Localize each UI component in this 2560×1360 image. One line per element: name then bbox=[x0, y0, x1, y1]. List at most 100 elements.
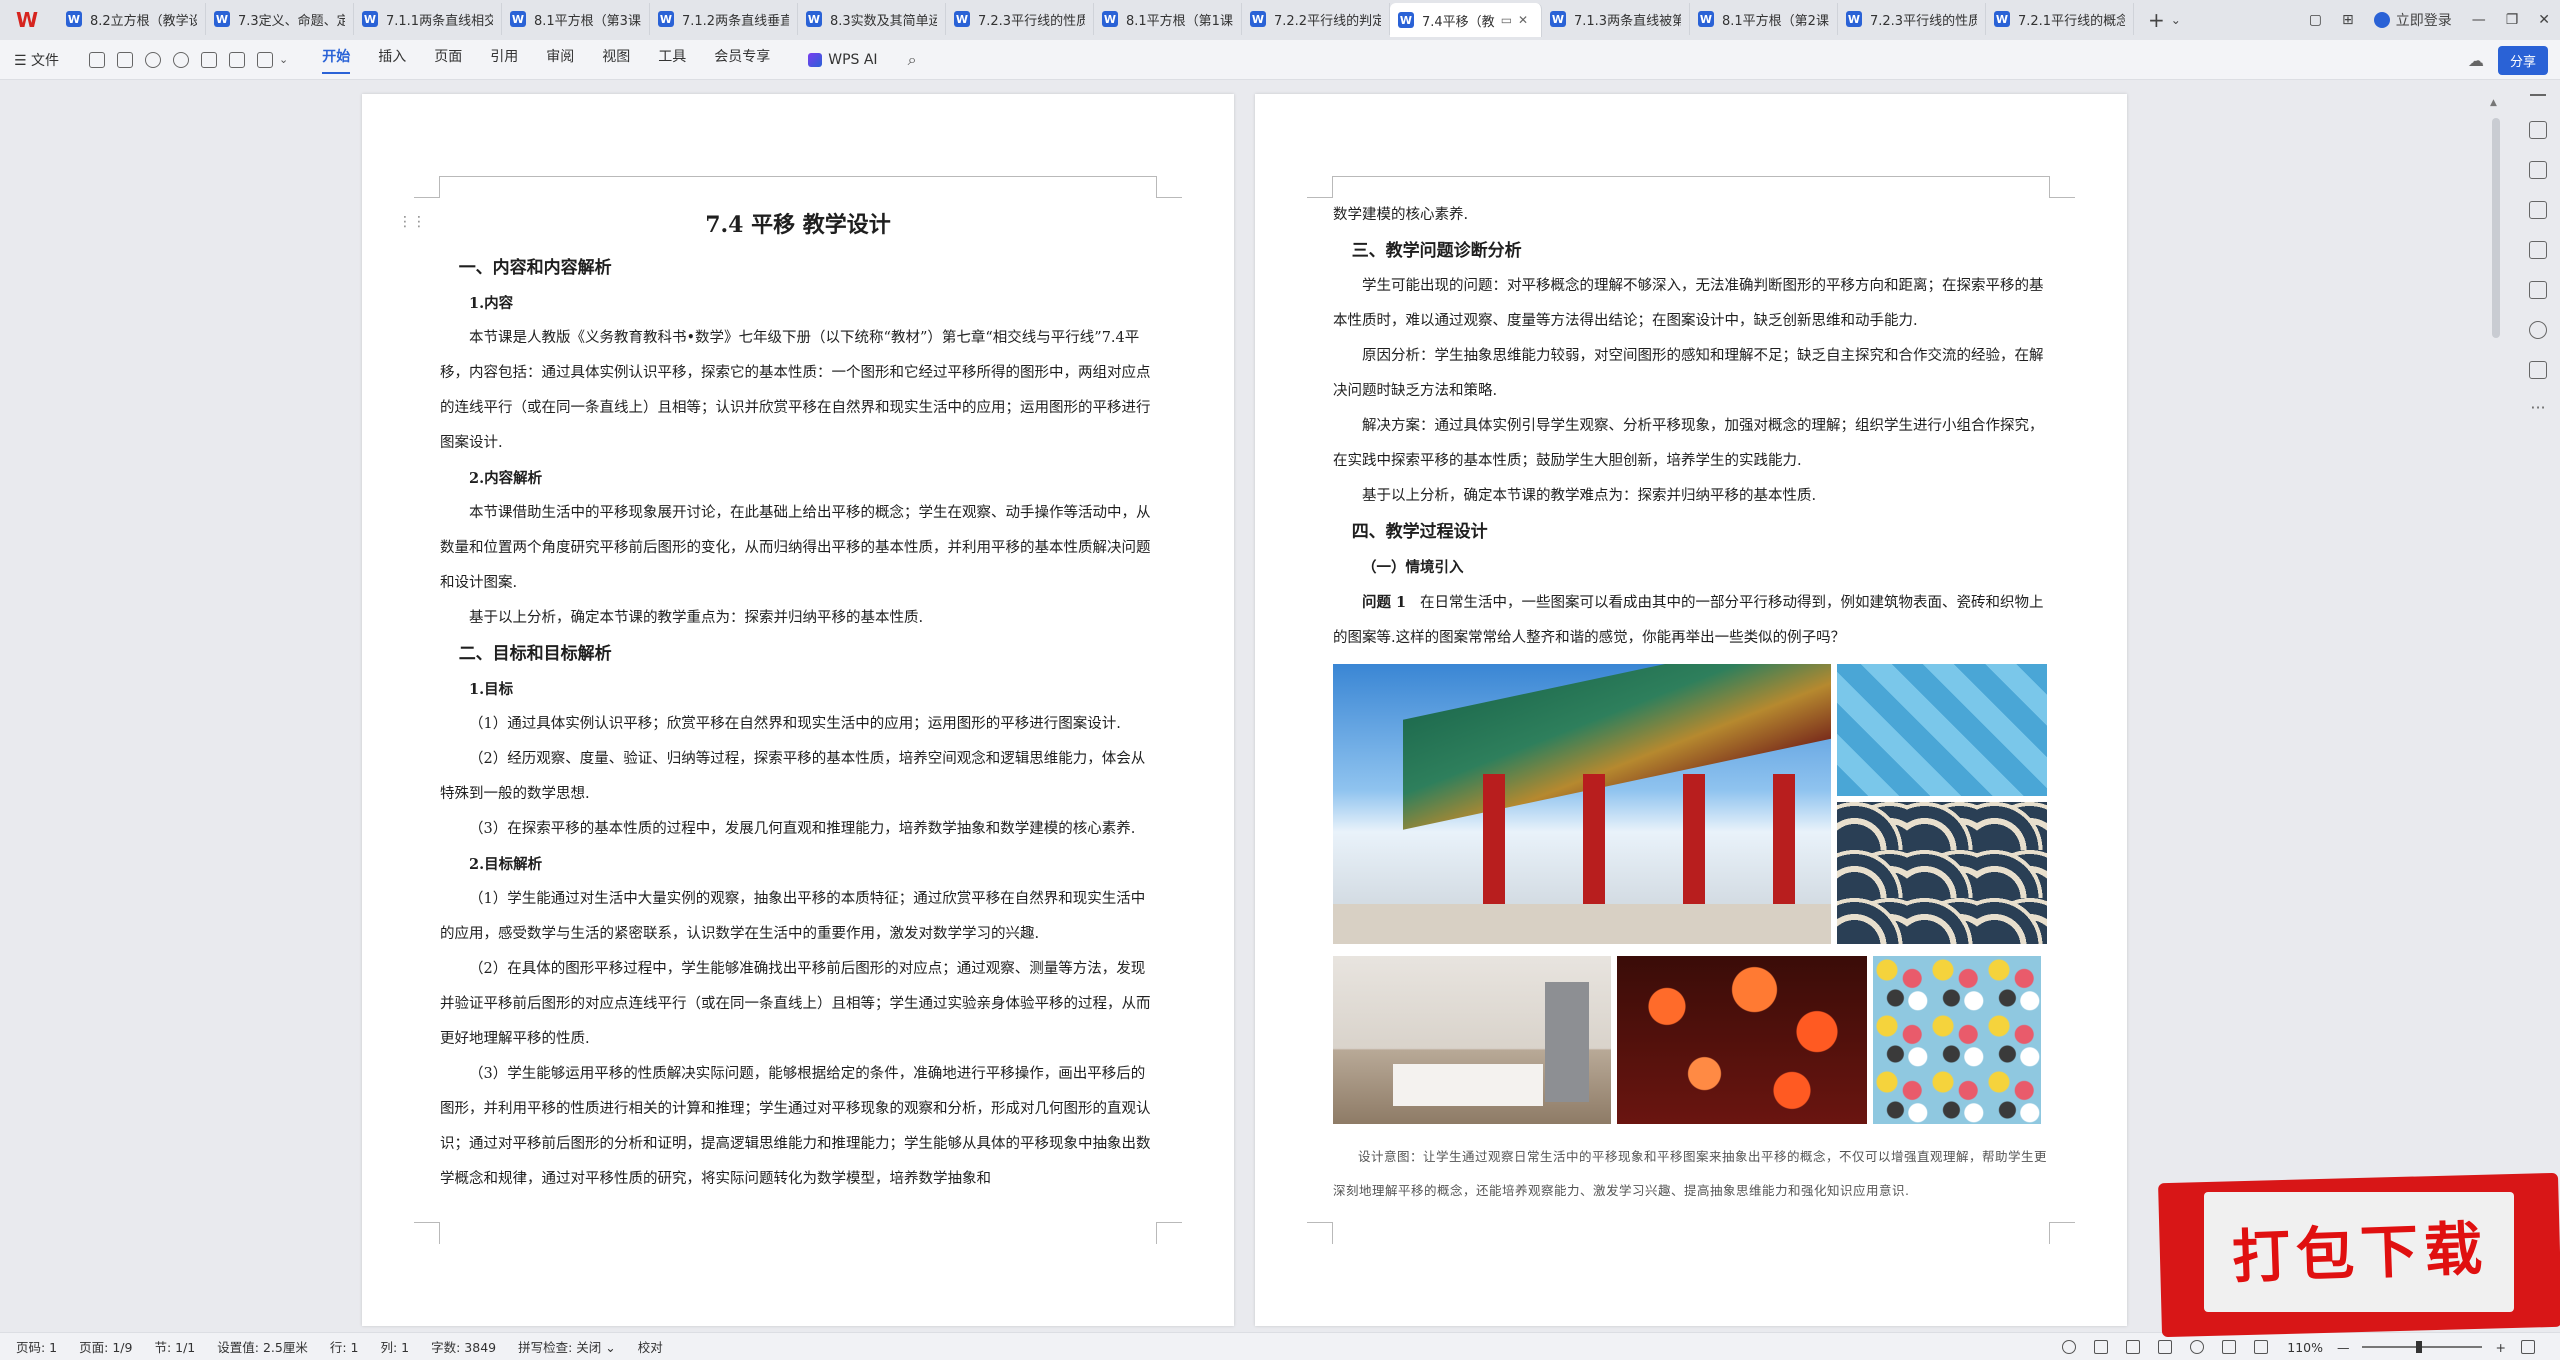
page-2-content[interactable]: 数学建模的核心素养. 三、教学问题诊断分析 学生可能出现的问题：对平移概念的理解… bbox=[1333, 198, 2049, 1208]
document-page-1[interactable]: ⋮⋮ 7.4 平移 教学设计 一、内容和内容解析 1.内容 本节课是人教版《义务… bbox=[362, 94, 1234, 1326]
zoom-in-icon[interactable]: + bbox=[2496, 1340, 2506, 1355]
eye-icon[interactable] bbox=[2062, 1340, 2077, 1354]
quick-access-chevron-icon[interactable]: ⌄ bbox=[279, 53, 288, 66]
document-tab[interactable]: W 7.4平移（教 ▭ ✕ bbox=[1390, 3, 1542, 37]
add-tab-icon[interactable]: + bbox=[2148, 8, 2165, 32]
zoom-slider-knob[interactable] bbox=[2415, 1341, 2422, 1353]
search-icon[interactable]: ⌕ bbox=[908, 50, 917, 70]
image-icon[interactable] bbox=[2529, 241, 2547, 259]
subheading: 2.内容解析 bbox=[469, 470, 543, 487]
document-tab[interactable]: W 8.1平方根（第2课时 bbox=[1690, 3, 1838, 35]
tab-label: 8.1平方根（第2课时 bbox=[1722, 13, 1829, 29]
tab-label: 7.2.3平行线的性质 bbox=[978, 13, 1085, 29]
settings-icon[interactable] bbox=[2529, 201, 2547, 219]
view-controls: 110% — + bbox=[2053, 1333, 2544, 1360]
status-spell[interactable]: 拼写检查: 关闭 ⌄ bbox=[518, 1337, 616, 1356]
temple-roof-image bbox=[1333, 664, 1831, 944]
scroll-up-icon[interactable]: ▲ bbox=[2490, 98, 2497, 108]
tools-icon[interactable] bbox=[2529, 281, 2547, 299]
document-tab[interactable]: W 7.2.1平行线的概念 bbox=[1986, 3, 2134, 35]
ribbon-tab[interactable]: 开始 bbox=[322, 46, 351, 74]
ribbon-tab[interactable]: 视图 bbox=[602, 46, 630, 74]
status-col[interactable]: 列: 1 bbox=[380, 1337, 409, 1356]
wps-ai-button[interactable]: WPS AI bbox=[808, 52, 878, 68]
play-icon[interactable] bbox=[2158, 1340, 2173, 1354]
fit-page-icon[interactable] bbox=[2254, 1340, 2269, 1354]
tab-close-icon[interactable]: ✕ bbox=[1518, 13, 1528, 27]
document-tab[interactable]: W 7.1.3两条直线被第三 bbox=[1542, 3, 1690, 35]
save-icon[interactable] bbox=[89, 51, 106, 68]
paragraph: 解决方案：通过具体实例引导学生观察、分析平移现象，加强对概念的理解；组织学生进行… bbox=[1333, 418, 2044, 469]
bookmark-icon[interactable] bbox=[2529, 361, 2547, 379]
paragraph: 原因分析：学生抽象思维能力较弱，对空间图形的感知和理解不足；缺乏自主探究和合作交… bbox=[1333, 348, 2044, 399]
edit-icon[interactable] bbox=[2529, 121, 2547, 139]
status-words[interactable]: 字数: 3849 bbox=[431, 1337, 496, 1356]
margin-mark bbox=[1156, 176, 1182, 198]
collapse-icon[interactable] bbox=[2530, 94, 2546, 96]
format-painter-icon[interactable] bbox=[117, 51, 134, 68]
document-tab[interactable]: W 8.2立方根（教学设计 bbox=[58, 3, 206, 35]
apps-icon[interactable]: ⊞ bbox=[2342, 12, 2354, 28]
document-tab[interactable]: W 8.1平方根（第3课时 bbox=[502, 3, 650, 35]
document-tab[interactable]: W 7.2.2平行线的判定 bbox=[1242, 3, 1390, 35]
cloud-sync-icon[interactable]: ☁ bbox=[2468, 51, 2484, 70]
tab-list-icon[interactable]: ▢ bbox=[2309, 12, 2322, 28]
drag-handle-icon[interactable]: ⋮⋮ bbox=[398, 214, 426, 230]
paragraph: （2）经历观察、度量、验证、归纳等过程，探索平移的基本性质，培养空间观念和逻辑思… bbox=[440, 751, 1146, 802]
ribbon-tab[interactable]: 插入 bbox=[378, 46, 406, 74]
print-preview-icon[interactable] bbox=[229, 51, 246, 68]
zoom-out-icon[interactable]: — bbox=[2337, 1340, 2350, 1355]
fullscreen-icon[interactable] bbox=[2521, 1340, 2535, 1354]
file-menu[interactable]: ☰ 文件 bbox=[14, 50, 59, 70]
more-icon[interactable]: ··· bbox=[2530, 398, 2545, 417]
paragraph: 基于以上分析，确定本节课的教学难点为：探索并归纳平移的基本性质. bbox=[1362, 488, 1817, 504]
status-setting[interactable]: 设置值: 2.5厘米 bbox=[217, 1337, 308, 1356]
wps-logo-icon[interactable]: W bbox=[10, 3, 44, 37]
ribbon-tab[interactable]: 页面 bbox=[434, 46, 462, 74]
tab-label: 7.1.2两条直线垂直 bbox=[682, 13, 789, 29]
document-tab[interactable]: W 7.2.3平行线的性质 bbox=[1838, 3, 1986, 35]
close-icon[interactable]: ✕ bbox=[2538, 12, 2550, 28]
paragraph: 基于以上分析，确定本节课的教学重点为：探索并归纳平移的基本性质. bbox=[469, 610, 924, 626]
export-icon[interactable] bbox=[257, 51, 274, 68]
redo-icon[interactable] bbox=[173, 51, 190, 68]
ribbon-tab[interactable]: 会员专享 bbox=[714, 46, 770, 74]
status-section[interactable]: 节: 1/1 bbox=[154, 1337, 195, 1356]
document-tab[interactable]: W 7.2.3平行线的性质 bbox=[946, 3, 1094, 35]
status-pages[interactable]: 页面: 1/9 bbox=[79, 1337, 132, 1356]
document-page-2[interactable]: 数学建模的核心素养. 三、教学问题诊断分析 学生可能出现的问题：对平移概念的理解… bbox=[1255, 94, 2127, 1326]
status-row[interactable]: 行: 1 bbox=[330, 1337, 359, 1356]
chevron-down-icon[interactable]: ⌄ bbox=[2171, 13, 2181, 27]
share-button[interactable]: 分享 bbox=[2497, 46, 2548, 75]
login-button[interactable]: 立即登录 bbox=[2373, 10, 2452, 30]
document-tab[interactable]: W 7.1.2两条直线垂直 bbox=[650, 3, 798, 35]
page-1-content[interactable]: 7.4 平移 教学设计 一、内容和内容解析 1.内容 本节课是人教版《义务教育教… bbox=[440, 204, 1156, 1197]
document-tab[interactable]: W 7.3定义、命题、定理 bbox=[206, 3, 354, 35]
ribbon-tab[interactable]: 工具 bbox=[658, 46, 686, 74]
undo-icon[interactable] bbox=[145, 51, 162, 68]
restore-icon[interactable]: ❐ bbox=[2506, 12, 2519, 28]
document-tab[interactable]: W 8.1平方根（第1课时 bbox=[1094, 3, 1242, 35]
ribbon-tab[interactable]: 审阅 bbox=[546, 46, 574, 74]
status-page-code[interactable]: 页码: 1 bbox=[16, 1337, 57, 1356]
translation-examples-image[interactable] bbox=[1333, 664, 2047, 1134]
tab-window-icon[interactable]: ▭ bbox=[1501, 13, 1512, 27]
pen-icon[interactable] bbox=[2222, 1340, 2237, 1354]
web-view-icon[interactable] bbox=[2190, 1340, 2205, 1354]
select-icon[interactable] bbox=[2529, 161, 2547, 179]
status-proof[interactable]: 校对 bbox=[638, 1337, 663, 1356]
print-icon[interactable] bbox=[201, 51, 218, 68]
document-tab[interactable]: W 8.3实数及其简单运算 bbox=[798, 3, 946, 35]
word-doc-icon: W bbox=[1698, 11, 1714, 27]
document-tab[interactable]: W 7.1.1两条直线相交 bbox=[354, 3, 502, 35]
outline-view-icon[interactable] bbox=[2126, 1340, 2141, 1354]
ribbon-tab[interactable]: 引用 bbox=[490, 46, 518, 74]
page-view-icon[interactable] bbox=[2094, 1340, 2109, 1354]
login-label: 立即登录 bbox=[2395, 13, 2452, 29]
zoom-level[interactable]: 110% bbox=[2287, 1340, 2323, 1355]
zoom-slider[interactable] bbox=[2361, 1341, 2482, 1353]
download-banner[interactable]: 打包下载 bbox=[2158, 1172, 2560, 1338]
help-icon[interactable] bbox=[2529, 321, 2547, 339]
minimize-icon[interactable]: — bbox=[2472, 12, 2486, 28]
vertical-scrollbar-thumb[interactable] bbox=[2492, 118, 2500, 338]
